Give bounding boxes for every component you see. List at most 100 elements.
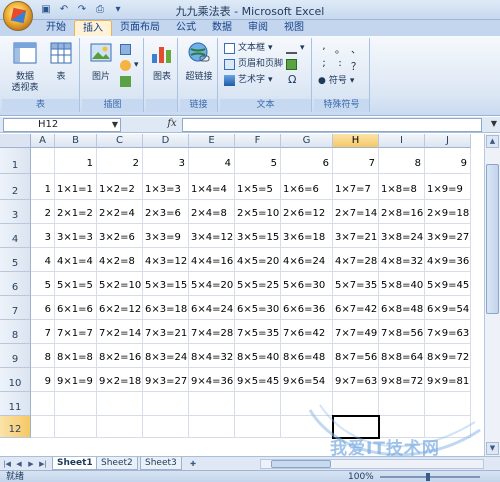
cell[interactable]: 5×5=25 [235,272,281,296]
cell[interactable]: 7×4=28 [189,320,235,344]
cell[interactable] [97,392,143,416]
cell[interactable]: 7 [333,148,379,174]
column-header[interactable]: I [379,134,425,148]
cell[interactable]: 1×7=7 [333,174,379,200]
cell[interactable]: 1 [31,174,55,200]
cell[interactable]: 3×9=27 [425,224,471,248]
cell[interactable]: 4×2=8 [97,248,143,272]
cell[interactable] [235,392,281,416]
sheet-tab[interactable]: Sheet1 [52,457,98,470]
cell[interactable]: 6×8=48 [379,296,425,320]
punctuation-glyph-button[interactable]: 、 [350,41,362,56]
zoom-level[interactable]: 100% [348,471,374,482]
column-header[interactable]: C [97,134,143,148]
cell[interactable]: 4×1=4 [55,248,97,272]
cell[interactable]: 7×3=21 [143,320,189,344]
cell[interactable]: 8×9=72 [425,344,471,368]
cell[interactable]: 5×3=15 [143,272,189,296]
cell[interactable]: 5×4=20 [189,272,235,296]
cell[interactable]: 7×6=42 [281,320,333,344]
object-button[interactable] [286,57,297,71]
row-header[interactable]: 11 [0,392,31,416]
cell[interactable]: 2 [97,148,143,174]
cell[interactable]: 3×4=12 [189,224,235,248]
column-header[interactable]: D [143,134,189,148]
sheet-tab[interactable]: Sheet3 [140,457,182,470]
cell[interactable]: 8×2=16 [97,344,143,368]
cell[interactable]: 2×3=6 [143,200,189,224]
cell[interactable]: 9×8=72 [379,368,425,392]
cell[interactable]: 6×4=24 [189,296,235,320]
cell[interactable]: 1 [55,148,97,174]
punctuation-glyph-button[interactable]: : [334,58,346,73]
cell[interactable]: 1×5=5 [235,174,281,200]
cell[interactable]: 3×8=24 [379,224,425,248]
cell[interactable] [281,416,333,438]
punctuation-glyph-button[interactable]: 。 [334,41,346,56]
next-sheet-icon[interactable]: ▶ [26,459,36,469]
clipart-button[interactable] [120,42,131,56]
cell[interactable]: 9×6=54 [281,368,333,392]
cell[interactable]: 9×2=18 [97,368,143,392]
cell[interactable]: 9×7=63 [333,368,379,392]
ribbon-tab[interactable]: 公式 [168,20,204,36]
cell[interactable] [235,416,281,438]
cell[interactable]: 4×9=36 [425,248,471,272]
cell[interactable]: 3×6=18 [281,224,333,248]
cell[interactable]: 2×1=2 [55,200,97,224]
cell[interactable]: 7×7=49 [333,320,379,344]
cell[interactable] [189,392,235,416]
punctuation-glyph-button[interactable]: , [318,41,330,56]
cell[interactable]: 8 [31,344,55,368]
cell[interactable]: 5×8=40 [379,272,425,296]
table-button[interactable]: 表 [46,40,76,83]
cell[interactable] [143,392,189,416]
column-header[interactable]: H [333,134,379,148]
last-sheet-icon[interactable]: ▶| [38,459,48,469]
cell[interactable]: 1×6=6 [281,174,333,200]
ribbon-tab[interactable]: 数据 [204,20,240,36]
column-header[interactable]: F [235,134,281,148]
formula-input[interactable] [182,118,482,132]
cell[interactable]: 5×7=35 [333,272,379,296]
cell[interactable]: 7×5=35 [235,320,281,344]
row-header[interactable]: 6 [0,272,31,296]
cell[interactable]: 5 [235,148,281,174]
cell[interactable]: 3×3=9 [143,224,189,248]
cell[interactable]: 6×3=18 [143,296,189,320]
cell[interactable]: 9×9=81 [425,368,471,392]
cell[interactable]: 4×3=12 [143,248,189,272]
cell[interactable]: 4×5=20 [235,248,281,272]
cell[interactable]: 7×8=56 [379,320,425,344]
name-box[interactable]: H12 ▼ [3,118,121,132]
chart-button[interactable]: 图表 [147,40,177,83]
ribbon-tab[interactable]: 页面布局 [112,20,168,36]
horizontal-scrollbar[interactable] [260,459,484,469]
omega-symbol-button[interactable]: Ω [288,73,296,87]
cell[interactable]: 1×3=3 [143,174,189,200]
scroll-down-icon[interactable]: ▼ [486,442,499,455]
cell[interactable]: 4×4=16 [189,248,235,272]
row-header[interactable]: 7 [0,296,31,320]
select-all-corner[interactable] [0,134,31,148]
cell[interactable] [143,416,189,438]
cell[interactable]: 6×5=30 [235,296,281,320]
row-header[interactable]: 2 [0,174,31,200]
cell[interactable]: 6×2=12 [97,296,143,320]
cell[interactable]: 2×9=18 [425,200,471,224]
sheet-tab[interactable]: Sheet2 [96,457,138,470]
row-header[interactable]: 3 [0,200,31,224]
insert-sheet-icon[interactable]: ✚ [186,459,200,469]
cell[interactable]: 3 [143,148,189,174]
cell[interactable]: 7 [31,320,55,344]
column-header[interactable]: J [425,134,471,148]
row-header[interactable]: 12 [0,416,31,438]
column-header[interactable]: G [281,134,333,148]
scroll-thumb[interactable] [486,164,499,314]
pivot-table-button[interactable]: 数据 透视表 [6,40,44,94]
cell[interactable]: 9 [425,148,471,174]
cell[interactable]: 2×8=16 [379,200,425,224]
header-footer-button[interactable]: 页眉和页脚 [224,57,283,71]
cell[interactable]: 9×4=36 [189,368,235,392]
cell[interactable] [281,392,333,416]
